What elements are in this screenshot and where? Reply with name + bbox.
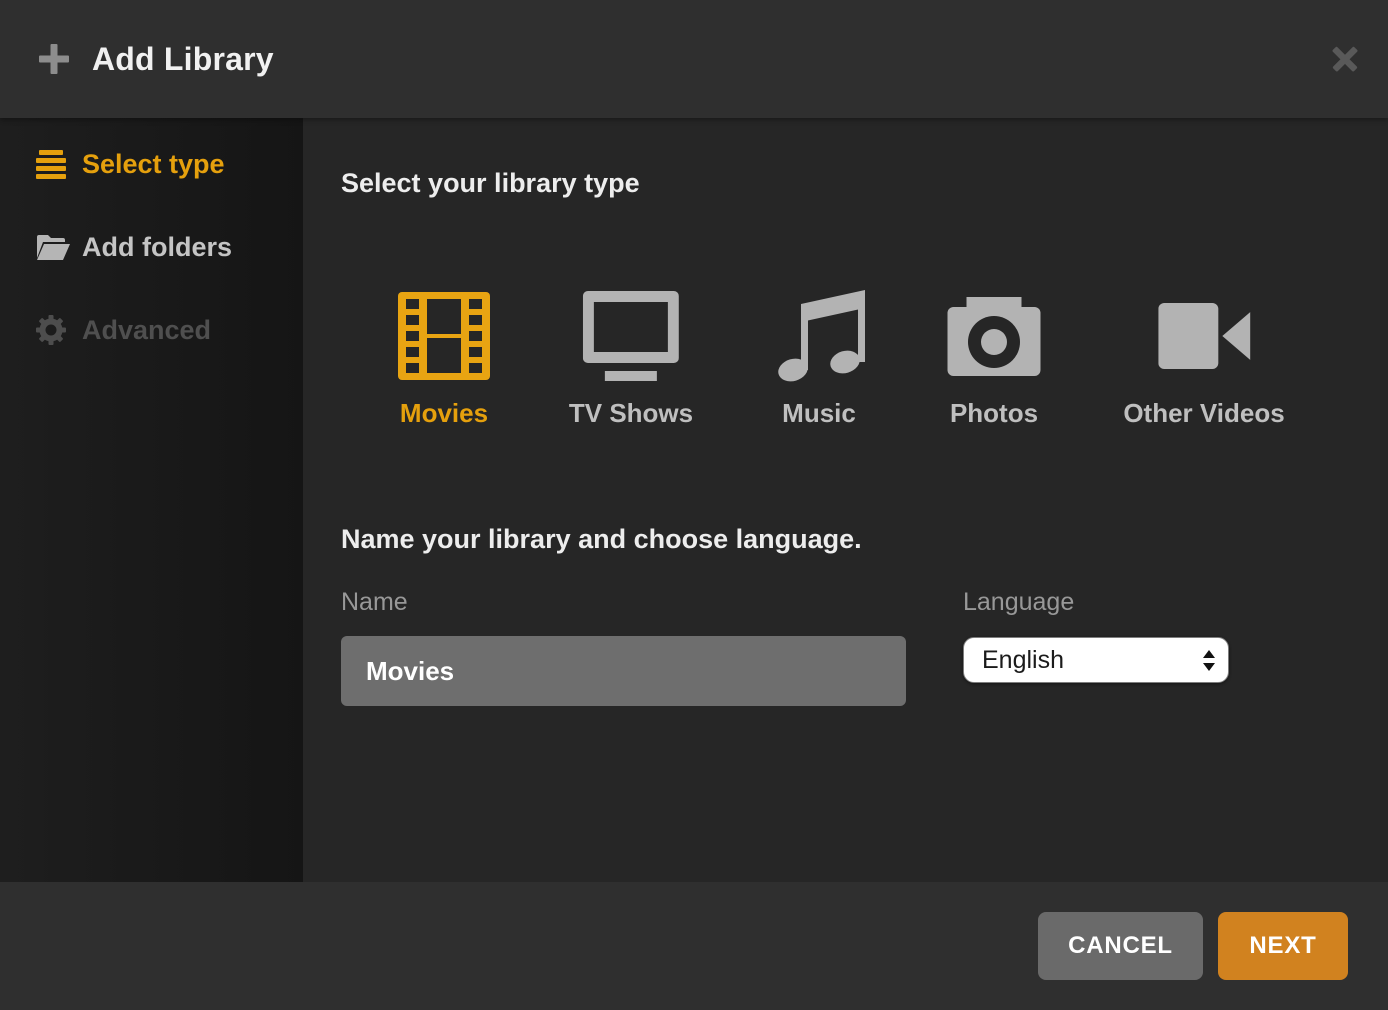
sidebar-item-label: Advanced (82, 315, 211, 346)
video-camera-icon (1158, 290, 1250, 382)
dialog-main-panel: Select your library type (303, 118, 1388, 882)
dialog-header: Add Library (0, 0, 1388, 118)
add-library-dialog: Add Library Select type (0, 0, 1388, 1010)
library-type-section-title: Select your library type (341, 168, 640, 199)
library-type-movies[interactable]: Movies (398, 290, 490, 429)
sidebar-item-label: Add folders (82, 232, 232, 263)
library-type-tv-shows[interactable]: TV Shows (569, 290, 693, 429)
gear-icon (36, 314, 70, 346)
next-button[interactable]: NEXT (1218, 912, 1348, 980)
wizard-steps-sidebar: Select type Add folders (0, 118, 303, 882)
name-section-title: Name your library and choose language. (341, 524, 862, 555)
library-type-label: TV Shows (569, 398, 693, 429)
language-field-label: Language (963, 588, 1074, 617)
plus-icon (38, 43, 70, 75)
cancel-button[interactable]: CANCEL (1038, 912, 1203, 980)
dialog-footer: CANCEL NEXT (0, 882, 1388, 1010)
library-type-label: Other Videos (1123, 398, 1284, 429)
library-type-other-videos[interactable]: Other Videos (1123, 290, 1284, 429)
tv-icon (583, 290, 679, 382)
camera-icon (948, 290, 1041, 382)
library-type-label: Photos (950, 398, 1038, 429)
sidebar-item-label: Select type (82, 149, 225, 180)
sidebar-item-add-folders[interactable]: Add folders (0, 223, 303, 271)
library-name-input[interactable] (341, 636, 906, 706)
film-strip-icon (398, 290, 490, 382)
library-type-label: Movies (400, 398, 488, 429)
close-icon (1332, 46, 1358, 72)
library-type-photos[interactable]: Photos (948, 290, 1041, 429)
close-button[interactable] (1328, 42, 1362, 76)
dialog-title: Add Library (92, 41, 274, 78)
language-select-value: English (982, 646, 1064, 675)
library-type-label: Music (782, 398, 856, 429)
music-note-icon (773, 290, 865, 382)
up-down-arrows-icon (1202, 649, 1216, 672)
language-select[interactable]: English (963, 637, 1229, 683)
library-type-music[interactable]: Music (773, 290, 865, 429)
sidebar-item-advanced[interactable]: Advanced (0, 306, 303, 354)
sidebar-item-select-type[interactable]: Select type (0, 140, 303, 188)
folder-open-icon (36, 231, 70, 263)
name-field-label: Name (341, 588, 408, 617)
list-icon (36, 148, 70, 180)
